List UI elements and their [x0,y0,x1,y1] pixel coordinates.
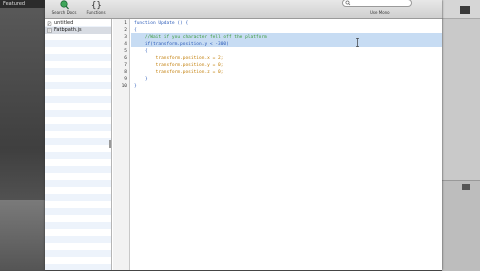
code-line[interactable]: transform.position.y = 0; [134,62,224,69]
line-number-gutter: 1 2 3 4 5 6 7 8 9 10 [113,19,130,270]
code-line[interactable]: { [134,48,148,55]
line-number: 5 [124,49,127,54]
line-number: 7 [124,63,127,68]
line-number: 8 [124,70,127,75]
file-name: Fatbpath.js [54,27,82,33]
code-line-comment[interactable]: //Wait if you character fell off the pla… [134,34,267,41]
line-number: 3 [124,35,127,40]
background-tab[interactable]: Featured [0,0,45,8]
functions-button[interactable]: {} Functions [79,0,113,18]
sidebar-splitter-handle[interactable] [109,140,111,148]
search-box[interactable] [342,0,412,7]
code-line[interactable]: transform.position.x = 2; [134,55,224,62]
line-number: 10 [121,84,127,89]
line-number: 1 [124,21,127,26]
braces-icon: {} [91,1,102,10]
code-editor[interactable]: function Update () { { //Wait if you cha… [131,19,442,270]
line-number: 6 [124,56,127,61]
code-line[interactable]: transform.position.z = 0; [134,69,224,76]
script-icon [47,28,52,33]
file-item-fatbpath[interactable]: Fatbpath.js [45,27,111,34]
background-panel [0,200,45,270]
toolbar: Search Docs {} Functions Use Mono [45,0,442,19]
svg-text:{}: {} [91,1,102,10]
text-cursor-icon [356,38,359,47]
file-item-untitled[interactable]: untitled [45,20,111,27]
code-line[interactable]: if(transform.position.y < -300) [134,41,229,48]
magnifier-icon [60,0,69,10]
code-line[interactable]: } [134,83,137,90]
file-name: untitled [54,20,74,26]
search-docs-label: Search Docs [51,10,77,15]
line-number: 2 [124,28,127,33]
code-line[interactable]: { [134,27,137,34]
line-number: 9 [124,77,127,82]
file-sidebar: untitled Fatbpath.js [45,19,112,270]
code-line[interactable]: function Update () { [134,20,188,27]
search-input[interactable] [351,0,409,6]
background-right-panel [442,180,480,271]
background-right-button[interactable] [460,6,470,14]
use-mono-label[interactable]: Use Mono [370,10,390,16]
functions-label: Functions [86,10,106,15]
document-icon [47,21,52,26]
search-docs-button[interactable]: Search Docs [47,0,81,18]
background-right-button-2[interactable] [462,184,470,190]
code-line[interactable]: } [134,76,148,83]
script-editor-window: Search Docs {} Functions Use Mono untitl… [45,0,442,270]
line-number: 4 [124,42,127,47]
